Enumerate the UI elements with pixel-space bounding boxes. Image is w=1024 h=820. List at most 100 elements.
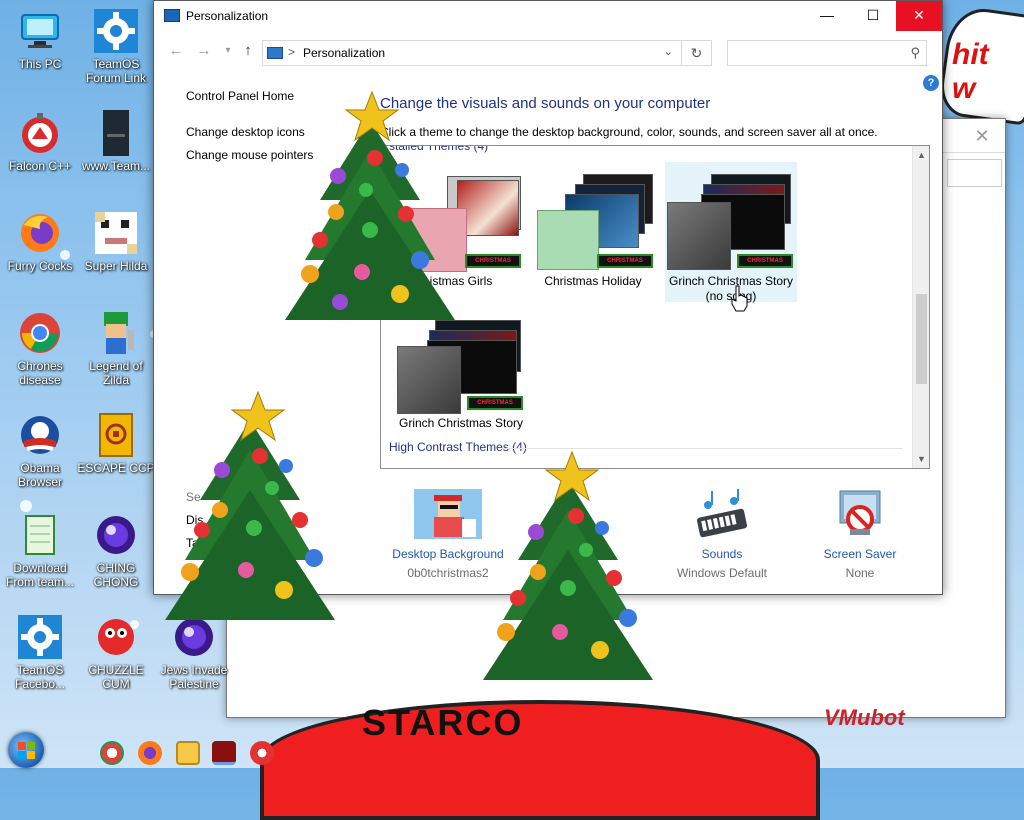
windows-logo-icon bbox=[18, 751, 26, 759]
desktop-icon-chuzzle[interactable]: CHUZZLE CUM bbox=[76, 614, 156, 691]
chrome-taskbar-icon[interactable] bbox=[100, 741, 124, 765]
start-button[interactable] bbox=[8, 732, 44, 768]
desktop-icon-label: This PC bbox=[18, 57, 62, 71]
theme-preview: CHRISTMAS bbox=[667, 170, 793, 270]
minimize-button[interactable]: — bbox=[804, 1, 850, 31]
desktop-icon-label: ESCAPE CCP bbox=[77, 461, 155, 475]
desktop-icon-label: Falcon C++ bbox=[8, 159, 72, 173]
desktop-icon-furry-cocks[interactable]: Furry Cocks bbox=[0, 210, 80, 273]
scroll-down-icon[interactable]: ▼ bbox=[913, 454, 929, 464]
windows-logo-icon bbox=[27, 742, 35, 750]
desktop-icon-download-from-team[interactable]: Download From team... bbox=[0, 512, 80, 589]
navigation-bar: ← → ▾ ↑ > Personalization ⌄ ↻ ⚲ bbox=[154, 35, 942, 69]
desktop-icon-label: Obama Browser bbox=[17, 461, 62, 489]
falcon-icon bbox=[17, 110, 63, 156]
desktop-icon-label: Jews Invade Palestine bbox=[160, 663, 228, 691]
fuzzball-icon bbox=[93, 614, 139, 660]
taskbar bbox=[0, 738, 1024, 768]
scrollbar-thumb[interactable] bbox=[916, 294, 927, 384]
theme-preview: CHRISTMAS bbox=[533, 170, 653, 270]
window-title: Personalization bbox=[186, 9, 269, 23]
book-icon bbox=[93, 110, 139, 156]
firefox-taskbar-icon[interactable] bbox=[138, 741, 162, 765]
wallpaper-sign-text: hit w bbox=[952, 38, 989, 105]
up-button[interactable]: ↑ bbox=[238, 41, 258, 61]
theme-badge: CHRISTMAS bbox=[467, 396, 523, 410]
breadcrumb-separator: > bbox=[288, 45, 296, 59]
back-button[interactable]: ← bbox=[166, 41, 186, 61]
desktop-icon-teamos-forum[interactable]: TeamOS Forum Link bbox=[76, 8, 156, 85]
control-panel-icon bbox=[267, 47, 283, 59]
gear-icon bbox=[93, 8, 139, 54]
christmas-tree-icon bbox=[285, 90, 455, 320]
group-divider bbox=[501, 448, 903, 449]
notepad-icon bbox=[17, 512, 63, 558]
desktop-icon-ching-chong[interactable]: CHING CHONG bbox=[76, 512, 156, 589]
screen-saver-link[interactable]: Screen Saver bbox=[800, 547, 920, 561]
maximize-button[interactable]: ☐ bbox=[850, 1, 896, 31]
theme-caption: Christmas Holiday bbox=[544, 274, 642, 288]
address-bar[interactable]: > Personalization ⌄ bbox=[262, 40, 682, 66]
ball-icon bbox=[93, 512, 139, 558]
search-input[interactable]: ⚲ bbox=[727, 40, 927, 66]
search-icon[interactable]: ⚲ bbox=[910, 45, 920, 61]
desktop-icon-label: TeamOS Forum Link bbox=[85, 57, 147, 85]
desktop-icon-label: Legend of Zilda bbox=[89, 359, 143, 387]
scroll-up-icon[interactable]: ▲ bbox=[913, 150, 929, 160]
desktop-icon-label: www.Team... bbox=[81, 159, 150, 173]
desktop-icon-chrones[interactable]: Chrones disease bbox=[0, 310, 80, 387]
theme-badge: CHRISTMAS bbox=[597, 254, 653, 268]
desktop-icon-label: CHUZZLE CUM bbox=[88, 663, 144, 691]
windows-logo-icon bbox=[27, 751, 35, 759]
desktop-icon-legend-of-zilda[interactable]: Legend of Zilda bbox=[76, 310, 156, 387]
app-taskbar-icon[interactable] bbox=[250, 741, 274, 765]
screen-saver-value: None bbox=[845, 566, 875, 580]
desktop-icon-teamos-facebook[interactable]: TeamOS Facebo... bbox=[0, 614, 80, 691]
title-bar[interactable]: Personalization — ☐ ✕ bbox=[154, 1, 942, 31]
wallpaper-signature: VMubot bbox=[824, 705, 905, 730]
monitor-icon bbox=[17, 8, 63, 54]
theme-christmas-holiday[interactable]: CHRISTMAS Christmas Holiday bbox=[527, 162, 659, 302]
theme-caption: Grinch Christmas Story bbox=[398, 416, 524, 430]
themes-scrollbar[interactable]: ▲ ▼ bbox=[912, 146, 929, 468]
desktop-icon-this-pc[interactable]: This PC bbox=[0, 8, 80, 71]
flash-taskbar-icon[interactable] bbox=[212, 741, 236, 765]
help-icon[interactable]: ? bbox=[923, 75, 939, 91]
desktop-icon-label: Chrones disease bbox=[17, 359, 63, 387]
desktop-icon-www-team[interactable]: www.Team... bbox=[76, 110, 156, 173]
sounds-icon bbox=[688, 489, 756, 541]
screen-saver-item[interactable]: Screen Saver None bbox=[800, 489, 920, 580]
themes-list[interactable]: stalled Themes (4) CHRISTMAS istmas Girl… bbox=[380, 145, 930, 469]
theme-grinch-no-song[interactable]: CHRISTMAS Grinch Christmas Story (no son… bbox=[665, 162, 797, 303]
forward-button[interactable]: → bbox=[194, 41, 214, 61]
pixel-face-icon bbox=[93, 210, 139, 256]
theme-badge: CHRISTMAS bbox=[465, 254, 521, 268]
close-icon[interactable]: ✕ bbox=[959, 119, 1005, 153]
close-button[interactable]: ✕ bbox=[896, 1, 942, 31]
desktop-icon-label: Download From team... bbox=[5, 561, 74, 589]
firefox-icon bbox=[17, 210, 63, 256]
sounds-item[interactable]: Sounds Windows Default bbox=[662, 489, 782, 580]
mahjong-icon bbox=[93, 412, 139, 458]
desktop-icon-label: CHING CHONG bbox=[93, 561, 139, 589]
christmas-tree-icon bbox=[483, 450, 653, 680]
file-explorer-taskbar-icon[interactable] bbox=[176, 741, 200, 765]
desktop-icon-label: Furry Cocks bbox=[7, 259, 73, 273]
breadcrumb-personalization[interactable]: Personalization bbox=[303, 46, 385, 60]
chevron-down-icon[interactable]: ⌄ bbox=[664, 45, 673, 58]
desktop-icon-escape-ccp[interactable]: ESCAPE CCP bbox=[76, 412, 156, 475]
christmas-tree-icon bbox=[165, 390, 335, 620]
desktop-icon-super-hilda[interactable]: Super Hilda bbox=[76, 210, 156, 273]
hand-cursor-icon bbox=[731, 285, 748, 312]
refresh-button[interactable]: ↻ bbox=[682, 40, 712, 66]
sounds-link[interactable]: Sounds bbox=[662, 547, 782, 561]
desktop-background-thumbnail bbox=[414, 489, 482, 541]
screen-saver-icon bbox=[826, 489, 894, 541]
background-window-search[interactable] bbox=[947, 159, 1002, 187]
snowflake bbox=[20, 500, 32, 512]
desktop-icon-falcon[interactable]: Falcon C++ bbox=[0, 110, 80, 173]
recent-locations-button[interactable]: ▾ bbox=[218, 41, 238, 61]
control-panel-home-link[interactable]: Control Panel Home bbox=[186, 89, 294, 103]
theme-badge: CHRISTMAS bbox=[737, 254, 793, 268]
desktop-icon-obama-browser[interactable]: Obama Browser bbox=[0, 412, 80, 489]
